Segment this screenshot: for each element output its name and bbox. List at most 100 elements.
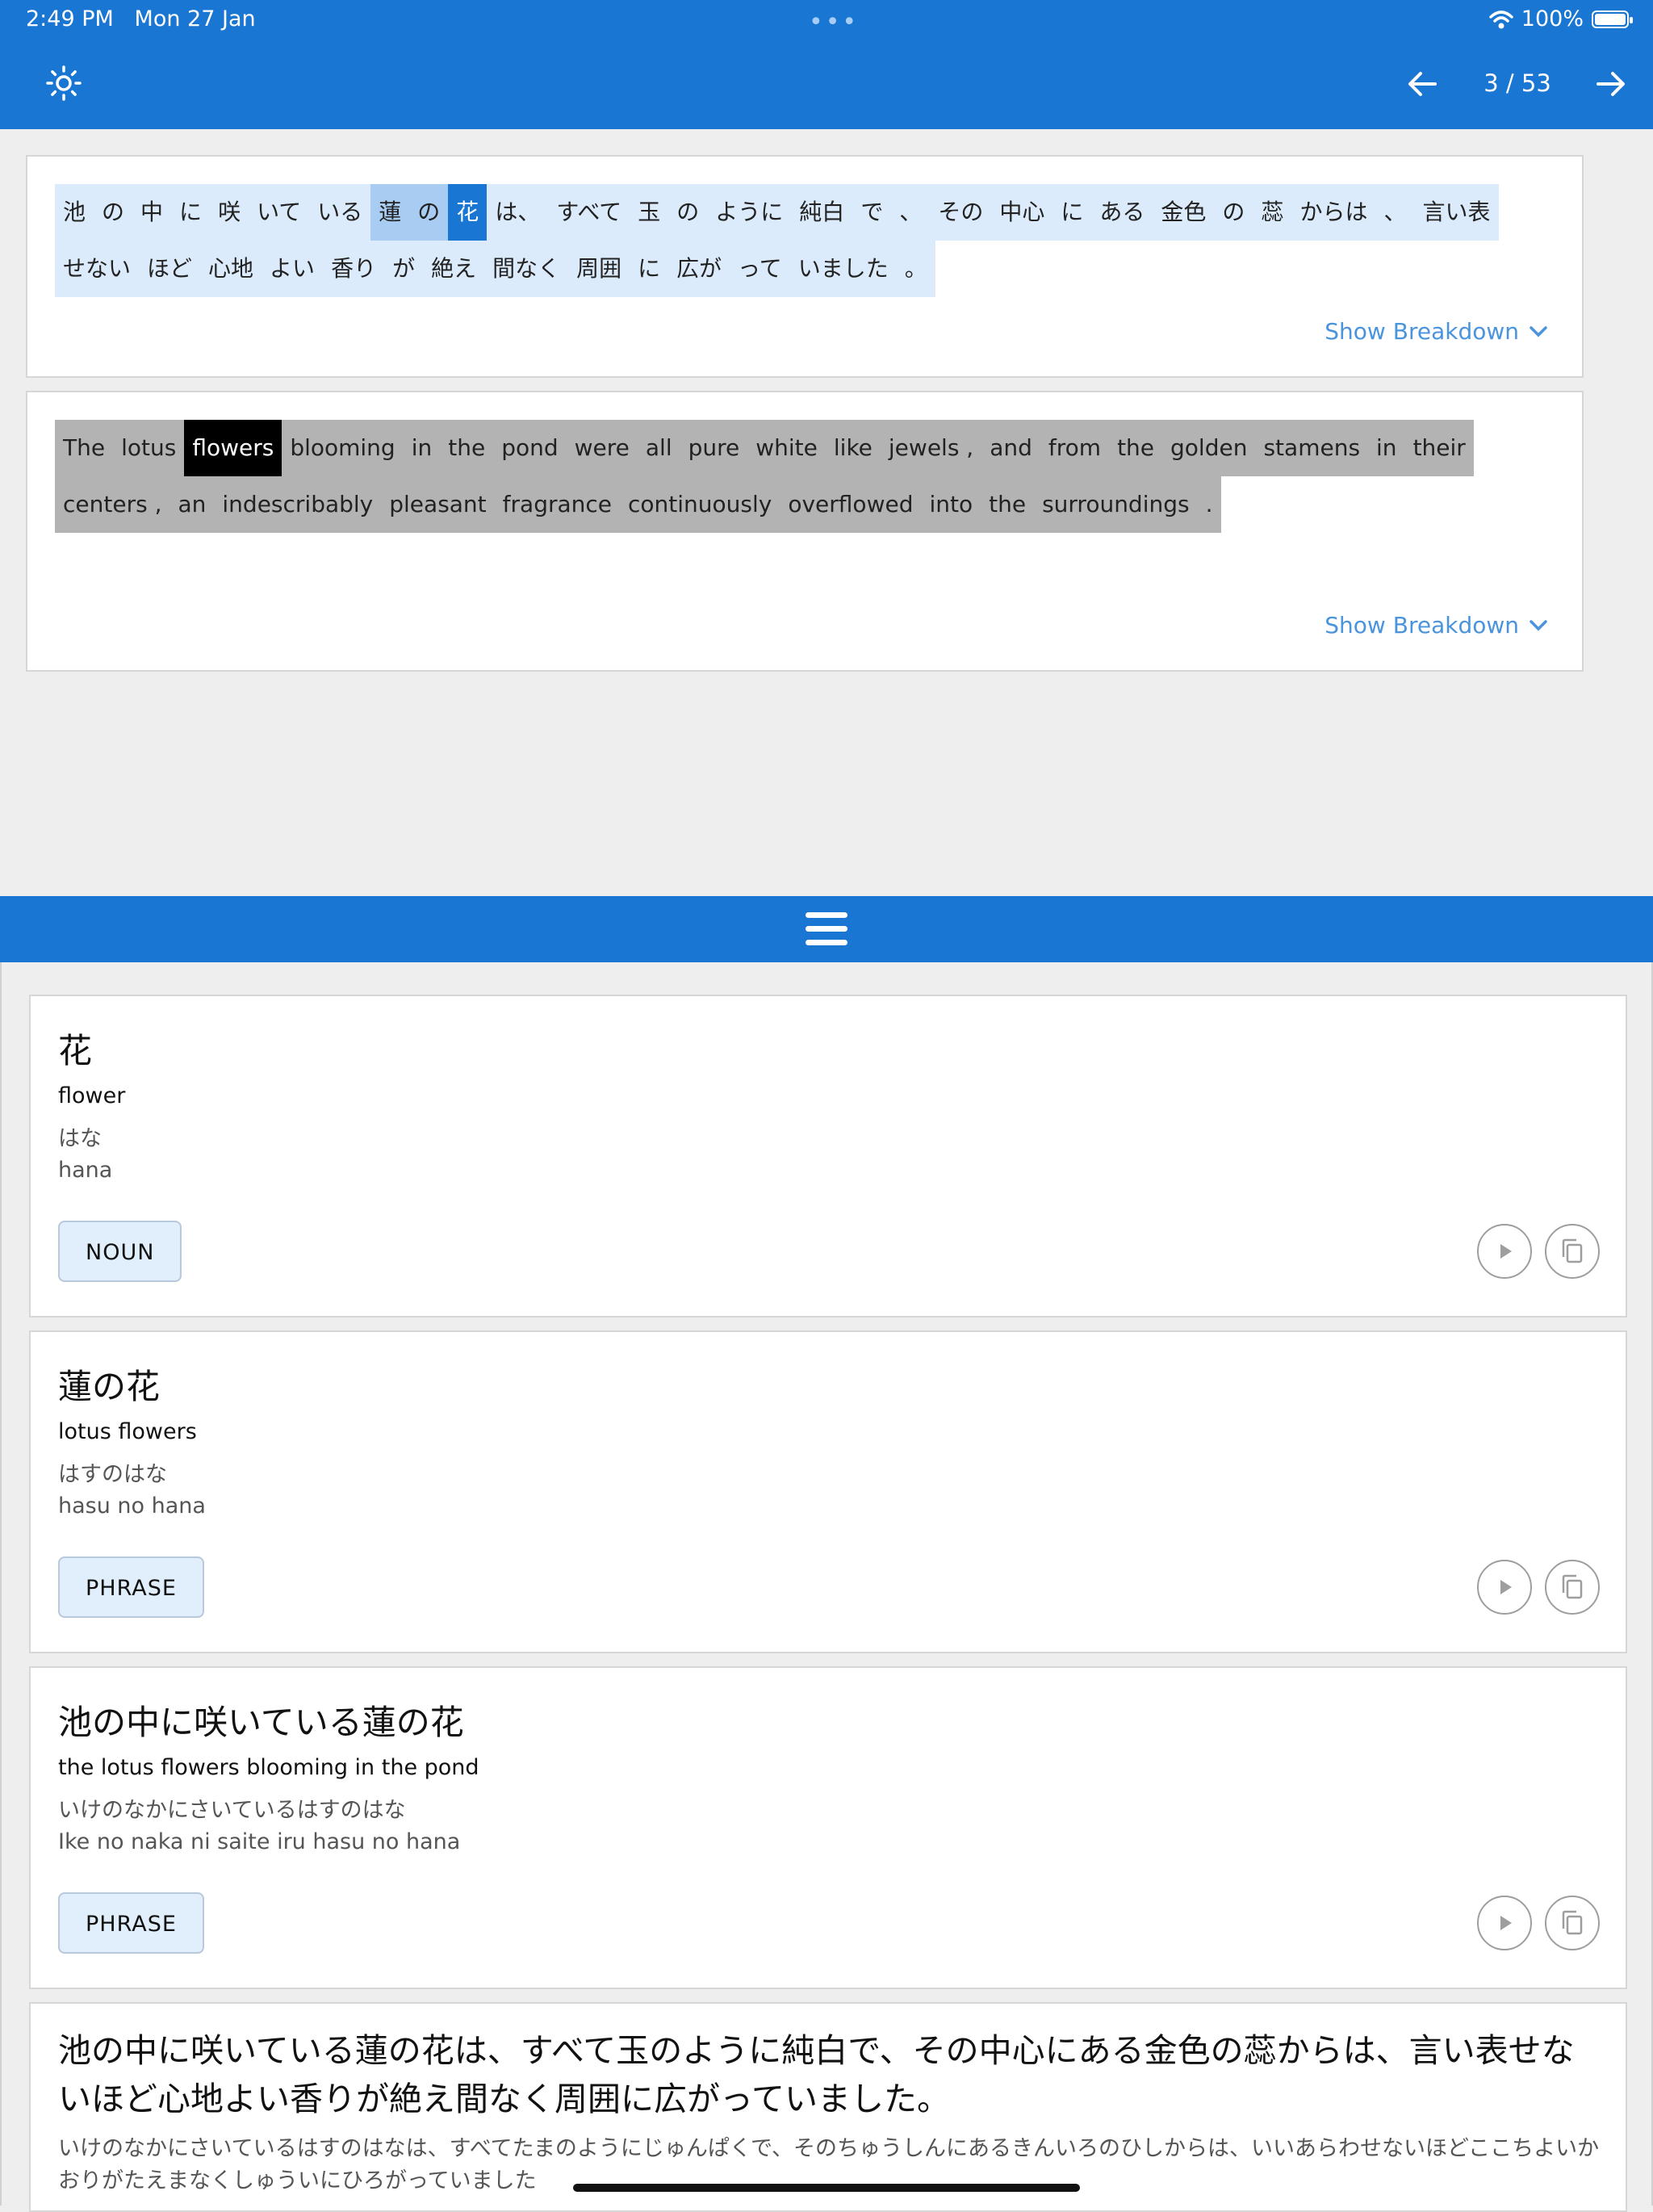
- sun-icon[interactable]: [45, 65, 82, 102]
- sentence-token[interactable]: 中心: [991, 184, 1053, 241]
- sentence-token[interactable]: in: [403, 420, 441, 476]
- sentence-token[interactable]: 玉: [630, 184, 669, 241]
- sentence-token[interactable]: ほど: [139, 241, 201, 297]
- sentence-token[interactable]: 心地: [200, 241, 262, 297]
- copy-button[interactable]: [1545, 1560, 1600, 1615]
- sentence-token[interactable]: in: [1368, 420, 1405, 476]
- word-romaji: hasu no hana: [58, 1494, 206, 1519]
- sentence-token[interactable]: into: [921, 476, 981, 533]
- sentence-token[interactable]: golden: [1162, 420, 1256, 476]
- wifi-icon: [1489, 10, 1513, 28]
- sentence-token[interactable]: stamens: [1255, 420, 1369, 476]
- sentence-token[interactable]: いる: [309, 184, 371, 241]
- show-breakdown-button[interactable]: Show Breakdown: [1324, 612, 1548, 639]
- sentence-token[interactable]: blooming: [282, 420, 404, 476]
- word-card: 池の中に咲いている蓮の花 the lotus flowers blooming …: [29, 1666, 1627, 1989]
- sentence-token[interactable]: 広が: [668, 241, 730, 297]
- sentence-token[interactable]: 言い表: [1414, 184, 1499, 241]
- sentence-token[interactable]: の: [409, 184, 449, 241]
- sentence-token[interactable]: せない: [55, 241, 140, 297]
- sentence-token[interactable]: に: [171, 184, 211, 241]
- sentence-token[interactable]: 金色: [1153, 184, 1215, 241]
- sentence-token[interactable]: 。: [896, 241, 935, 297]
- sentence-token[interactable]: 香り: [323, 241, 385, 297]
- sentence-token[interactable]: pure: [680, 420, 748, 476]
- japanese-sentence-card: 池の中に咲いて いる蓮の花は、 すべて玉のように 純白で、その 中心にある 金色の蕊からは…: [26, 155, 1584, 378]
- chevron-down-icon: [1530, 619, 1547, 631]
- play-audio-button[interactable]: [1477, 1560, 1532, 1615]
- sentence-token[interactable]: their: [1404, 420, 1474, 476]
- sentence-token[interactable]: ように: [707, 184, 792, 241]
- part-of-speech-chip[interactable]: PHRASE: [58, 1556, 204, 1618]
- arrow-left-icon[interactable]: [1403, 65, 1442, 103]
- copy-button[interactable]: [1545, 1224, 1600, 1279]
- sentence-token[interactable]: 、: [1375, 184, 1415, 241]
- sentence-token[interactable]: は、: [487, 184, 549, 241]
- sentence-token[interactable]: 蓮: [370, 184, 410, 241]
- sentence-token[interactable]: すべて: [548, 184, 630, 241]
- home-indicator[interactable]: [573, 2184, 1080, 2192]
- play-audio-button[interactable]: [1477, 1224, 1532, 1279]
- sentence-token[interactable]: に: [630, 241, 669, 297]
- sentence-token[interactable]: were: [566, 420, 638, 476]
- sentence-token[interactable]: centers ,: [55, 476, 170, 533]
- sentence-token[interactable]: 中: [132, 184, 172, 241]
- multitask-dots-icon[interactable]: •••: [809, 8, 859, 36]
- sentence-token[interactable]: が: [384, 241, 424, 297]
- sentence-token[interactable]: the: [440, 420, 494, 476]
- sentence-token[interactable]: その: [930, 184, 992, 241]
- sentence-token[interactable]: 池: [55, 184, 94, 241]
- sentence-token[interactable]: fragrance: [494, 476, 621, 533]
- sentence-token[interactable]: continuously: [620, 476, 780, 533]
- sentence-token[interactable]: like: [825, 420, 881, 476]
- menu-icon[interactable]: [806, 912, 847, 946]
- sentence-token[interactable]: the: [1109, 420, 1163, 476]
- part-of-speech-chip[interactable]: NOUN: [58, 1221, 182, 1282]
- sentence-token[interactable]: からは: [1291, 184, 1376, 241]
- sentence-token[interactable]: flowers: [184, 420, 282, 476]
- chevron-down-icon: [1530, 325, 1547, 337]
- arrow-right-icon[interactable]: [1592, 65, 1630, 103]
- sentence-token[interactable]: 、: [891, 184, 931, 241]
- show-breakdown-button[interactable]: Show Breakdown: [1324, 318, 1548, 345]
- sentence-token[interactable]: 純白: [791, 184, 853, 241]
- sentence-token[interactable]: from: [1040, 420, 1110, 476]
- sentence-token[interactable]: overflowed: [780, 476, 922, 533]
- sentence-token[interactable]: 周囲: [568, 241, 630, 297]
- sentence-token[interactable]: よい: [262, 241, 324, 297]
- sentence-token[interactable]: and: [981, 420, 1040, 476]
- breakdown-panel: 花 flower はな hana NOUN 蓮の花 lotus flowers …: [0, 962, 1653, 2212]
- sentence-token[interactable]: indescribably: [214, 476, 382, 533]
- sentence-token[interactable]: surroundings: [1034, 476, 1198, 533]
- sentence-token[interactable]: ある: [1091, 184, 1153, 241]
- sentence-token[interactable]: all: [637, 420, 680, 476]
- sentence-token[interactable]: いました: [789, 241, 897, 297]
- sentence-token[interactable]: 間なく: [484, 241, 569, 297]
- sentence-token[interactable]: jewels ,: [880, 420, 982, 476]
- panel-drag-handle[interactable]: [0, 896, 1653, 962]
- copy-button[interactable]: [1545, 1896, 1600, 1950]
- status-indicators: 100%: [1489, 6, 1633, 31]
- sentence-token[interactable]: の: [668, 184, 708, 241]
- sentence-token[interactable]: 絶え: [423, 241, 485, 297]
- sentence-token[interactable]: 蕊: [1253, 184, 1292, 241]
- sentence-token[interactable]: an: [169, 476, 215, 533]
- sentence-token[interactable]: いて: [249, 184, 310, 241]
- part-of-speech-chip[interactable]: PHRASE: [58, 1892, 204, 1954]
- sentence-token[interactable]: 咲: [210, 184, 249, 241]
- play-audio-button[interactable]: [1477, 1896, 1532, 1950]
- sentence-token[interactable]: pond: [493, 420, 567, 476]
- full-sentence-card: 池の中に咲いている蓮の花は、すべて玉のように純白で、その中心にある金色の蕊からは…: [29, 2002, 1627, 2212]
- sentence-token[interactable]: の: [94, 184, 133, 241]
- sentence-token[interactable]: lotus: [113, 420, 185, 476]
- sentence-token[interactable]: The: [55, 420, 114, 476]
- sentence-token[interactable]: 花: [448, 184, 488, 241]
- sentence-token[interactable]: .: [1197, 476, 1221, 533]
- sentence-token[interactable]: the: [981, 476, 1035, 533]
- sentence-token[interactable]: って: [730, 241, 790, 297]
- sentence-token[interactable]: の: [1214, 184, 1253, 241]
- sentence-token[interactable]: white: [747, 420, 826, 476]
- sentence-token[interactable]: pleasant: [381, 476, 495, 533]
- sentence-token[interactable]: で: [852, 184, 892, 241]
- sentence-token[interactable]: に: [1052, 184, 1092, 241]
